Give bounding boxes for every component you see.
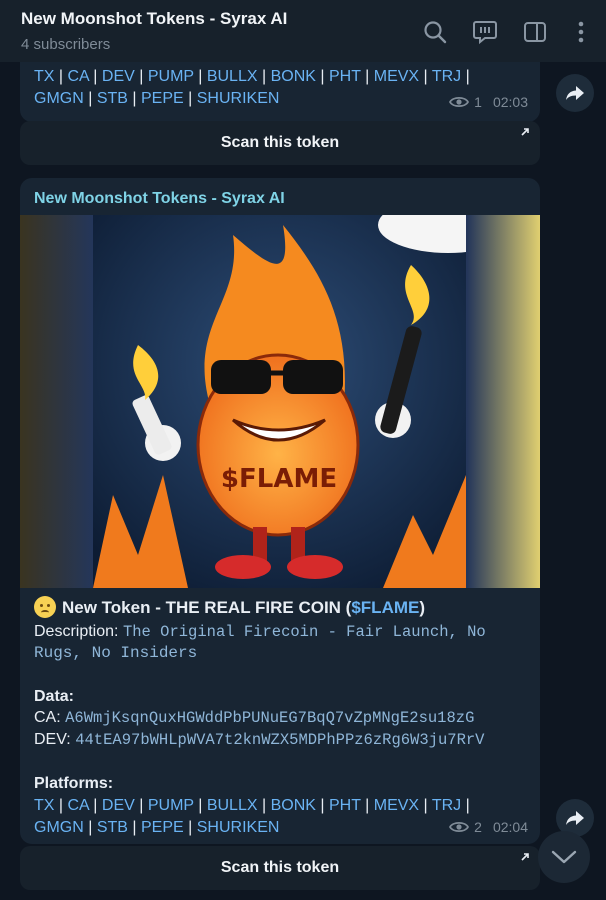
link-pepe[interactable]: PEPE (141, 819, 184, 836)
title-suffix: ) (419, 597, 426, 617)
link-shuriken[interactable]: SHURIKEN (197, 90, 280, 107)
link-gmgn[interactable]: GMGN (34, 819, 84, 836)
link-gmgn[interactable]: GMGN (34, 90, 84, 107)
link-mevx[interactable]: MEVX (374, 797, 419, 814)
message-time: 02:04 (492, 819, 528, 835)
link-stb[interactable]: STB (97, 90, 128, 107)
link-shuriken[interactable]: SHURIKEN (197, 819, 280, 836)
frown-emoji-icon (34, 596, 56, 618)
scan-button-label: Scan this token (220, 134, 340, 151)
eye-icon (449, 821, 470, 833)
description-text-line2[interactable]: Rugs, No Insiders (34, 643, 526, 664)
link-pht[interactable]: PHT (329, 68, 361, 85)
share-button-previous[interactable] (556, 74, 594, 112)
dev-label: DEV: (34, 731, 71, 748)
platforms-label: Platforms: (34, 775, 114, 792)
comments-icon[interactable] (471, 18, 499, 46)
link-stb[interactable]: STB (97, 819, 128, 836)
link-pump[interactable]: PUMP (148, 68, 194, 85)
view-count: 2 (474, 819, 482, 835)
message-time: 02:03 (492, 94, 528, 110)
description-row: Description: The Original Firecoin - Fai… (34, 621, 526, 643)
external-arrow-icon (521, 853, 529, 861)
ca-address[interactable]: A6WmjKsqnQuxHGWddPbPUNuEG7BqQ7vZpMNgE2su… (65, 709, 474, 727)
view-count: 1 (474, 94, 482, 110)
chevron-down-icon (551, 850, 577, 864)
link-pump[interactable]: PUMP (148, 797, 194, 814)
link-pepe[interactable]: PEPE (141, 90, 184, 107)
message-meta: 2 02:04 (449, 819, 528, 835)
link-tx[interactable]: TX (34, 797, 54, 814)
flame-mascot-image: $FLAME (93, 215, 466, 588)
scan-button-label: Scan this token (220, 859, 340, 876)
more-vert-icon[interactable] (567, 18, 595, 46)
share-icon (566, 86, 584, 100)
dev-address[interactable]: 44tEA97bWHLpWVA7t2knWZX5MDPhPPz6zRg6W3ju… (75, 731, 484, 749)
token-image[interactable]: $FLAME (20, 215, 540, 588)
chat-header: New Moonshot Tokens - Syrax AI 4 subscri… (0, 0, 606, 62)
link-dev[interactable]: DEV (102, 68, 135, 85)
message-channel-name[interactable]: New Moonshot Tokens - Syrax AI (34, 190, 285, 208)
subscriber-count: 4 subscribers (21, 36, 111, 53)
link-tx[interactable]: TX (34, 68, 54, 85)
eye-icon (449, 96, 470, 108)
ticker-link[interactable]: $FLAME (351, 597, 419, 618)
link-bonk[interactable]: BONK (271, 68, 316, 85)
link-bullx[interactable]: BULLX (207, 68, 258, 85)
ca-row: CA: A6WmjKsqnQuxHGWddPbPUNuEG7BqQ7vZpMNg… (34, 707, 526, 729)
external-arrow-icon (521, 128, 529, 136)
link-ca[interactable]: CA (68, 68, 89, 85)
message-meta-previous: 1 02:03 (449, 94, 528, 110)
description-label: Description: (34, 623, 119, 640)
link-bullx[interactable]: BULLX (207, 797, 258, 814)
ca-label: CA: (34, 709, 61, 726)
data-label: Data: (34, 688, 75, 705)
scan-token-button-previous[interactable]: Scan this token (20, 121, 540, 165)
link-ca[interactable]: CA (68, 797, 89, 814)
sidebar-toggle-icon[interactable] (521, 18, 549, 46)
scan-token-button[interactable]: Scan this token (20, 846, 540, 890)
link-dev[interactable]: DEV (102, 797, 135, 814)
platform-links-previous: TX | CA | DEV | PUMP | BULLX | BONK | PH… (34, 68, 470, 107)
description-text-line1[interactable]: The Original Firecoin - Fair Launch, No (123, 623, 486, 641)
message-bubble-flame: New Moonshot Tokens - Syrax AI $FLAME Ne… (20, 178, 540, 844)
scroll-down-button[interactable] (538, 831, 590, 883)
search-icon[interactable] (421, 18, 449, 46)
dev-row: DEV: 44tEA97bWHLpWVA7t2knWZX5MDPhPPz6zRg… (34, 729, 526, 751)
image-coin-label: $FLAME (221, 464, 337, 494)
link-bonk[interactable]: BONK (271, 797, 316, 814)
link-trj[interactable]: TRJ (432, 68, 461, 85)
title-prefix: New Token - THE REAL FIRE COIN ( (62, 597, 352, 617)
token-title: New Token - THE REAL FIRE COIN ($FLAME) (34, 596, 526, 618)
link-trj[interactable]: TRJ (432, 797, 461, 814)
link-mevx[interactable]: MEVX (374, 68, 419, 85)
channel-title[interactable]: New Moonshot Tokens - Syrax AI (21, 9, 287, 29)
share-icon (566, 811, 584, 825)
link-pht[interactable]: PHT (329, 797, 361, 814)
message-text: New Token - THE REAL FIRE COIN ($FLAME) … (34, 596, 526, 839)
